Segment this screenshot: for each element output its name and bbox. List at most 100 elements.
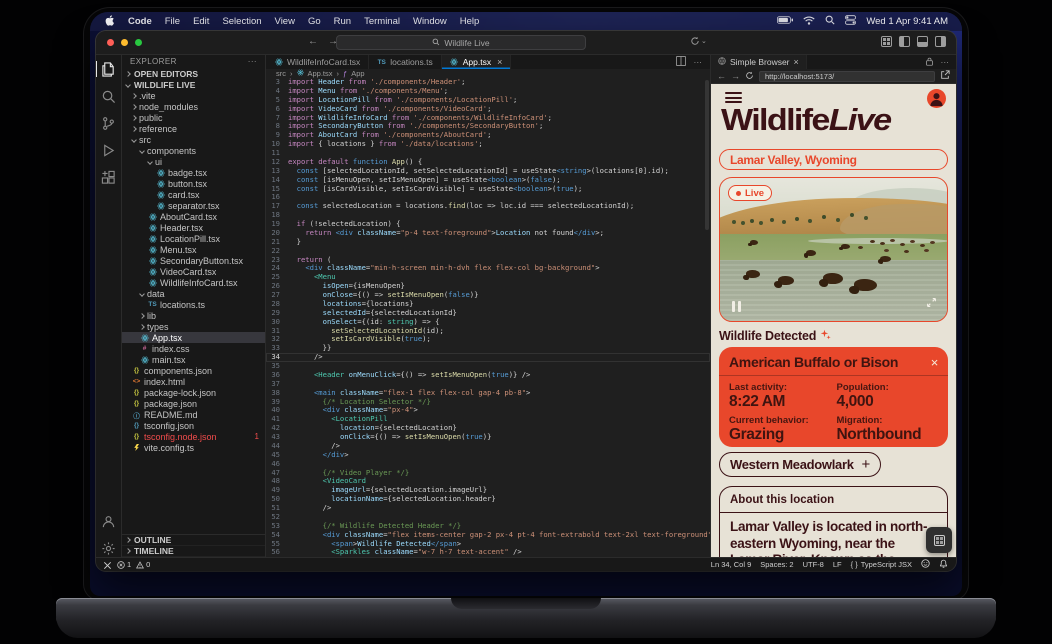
bell-icon[interactable] [939, 559, 948, 570]
add-species-button[interactable]: Western Meadowlark + [719, 452, 881, 477]
tree-item-app-tsx[interactable]: App.tsx [122, 332, 265, 343]
tree-item-node-modules[interactable]: node_modules [122, 101, 265, 112]
explorer-more-icon[interactable]: ··· [248, 57, 257, 66]
activity-item-settings-icon[interactable] [100, 539, 118, 557]
code-line[interactable]: 17 const selectedLocation = locations.fi… [266, 202, 710, 211]
code-editor[interactable]: 3import Header from './components/Header… [266, 78, 710, 557]
close-window-button[interactable] [107, 39, 114, 46]
browser-more-icon[interactable]: ··· [941, 57, 950, 67]
menubar-item-code[interactable]: Code [128, 16, 152, 27]
tree-item-main-tsx[interactable]: main.tsx [122, 354, 265, 365]
code-line[interactable]: 50 locationName={selectedLocation.header… [266, 495, 710, 504]
problems-indicator[interactable]: 1 0 [117, 560, 150, 569]
tree-item-badge-tsx[interactable]: badge.tsx [122, 167, 265, 178]
pause-button[interactable] [732, 301, 741, 312]
status-item[interactable]: Spaces: 2 [760, 560, 793, 569]
tree-item-index-css[interactable]: #index.css [122, 343, 265, 354]
apple-icon[interactable] [104, 14, 115, 30]
timeline-section[interactable]: TIMELINE [122, 546, 265, 557]
editor-scrollbar[interactable] [705, 80, 709, 230]
activity-item-extensions-icon[interactable] [100, 168, 118, 186]
tree-item-videocard-tsx[interactable]: VideoCard.tsx [122, 266, 265, 277]
split-editor-icon[interactable] [676, 56, 686, 68]
code-line[interactable]: 15 const [isCardVisible, setIsCardVisibl… [266, 185, 710, 194]
tree-item-tsconfig-node-json[interactable]: {}tsconfig.node.json1 [122, 431, 265, 442]
breadcrumb[interactable]: src › App.tsx › ƒ App [266, 69, 710, 78]
menubar-item-selection[interactable]: Selection [222, 16, 261, 27]
activity-item-account-icon[interactable] [100, 512, 118, 530]
reload-icon[interactable] [745, 71, 754, 82]
tree-item-wildlifeinfocard-tsx[interactable]: WildlifeInfoCard.tsx [122, 277, 265, 288]
code-line[interactable]: 51 /> [266, 504, 710, 513]
zoom-window-button[interactable] [135, 39, 142, 46]
code-line[interactable]: 33 }} [266, 344, 710, 353]
menubar-item-help[interactable]: Help [460, 16, 480, 27]
menubar-item-edit[interactable]: Edit [193, 16, 209, 27]
toggle-secondary-sidebar-icon[interactable] [935, 36, 946, 47]
activity-item-source-control-icon[interactable] [100, 114, 118, 132]
toggle-panel-icon[interactable] [917, 36, 928, 47]
detected-card-close-icon[interactable]: × [931, 355, 938, 370]
menubar-item-run[interactable]: Run [334, 16, 351, 27]
spotlight-search-icon[interactable] [825, 15, 835, 28]
menubar-item-terminal[interactable]: Terminal [364, 16, 400, 27]
code-line[interactable]: 22 [266, 247, 710, 256]
battery-icon[interactable] [777, 16, 793, 27]
lock-icon[interactable] [925, 57, 934, 68]
minimize-window-button[interactable] [121, 39, 128, 46]
tree-item-tsconfig-json[interactable]: {}tsconfig.json [122, 420, 265, 431]
browser-tab[interactable]: Simple Browser × [711, 55, 807, 69]
code-line[interactable]: 45 </div> [266, 451, 710, 460]
menubar-item-view[interactable]: View [275, 16, 295, 27]
tree-item-card-tsx[interactable]: card.tsx [122, 189, 265, 200]
tab-locations-ts[interactable]: TSlocations.ts [369, 55, 442, 69]
code-line[interactable]: 36 <Header onMenuClick={() => setIsMenuO… [266, 371, 710, 380]
wifi-icon[interactable] [803, 16, 815, 28]
tree-item-readme-md[interactable]: ⓘREADME.md [122, 409, 265, 420]
tree-item-reference[interactable]: reference [122, 123, 265, 134]
menubar-clock[interactable]: Wed 1 Apr 9:41 AM [866, 16, 948, 27]
menubar-item-file[interactable]: File [165, 16, 180, 27]
editor-more-icon[interactable]: ··· [694, 57, 703, 67]
tree-item-components[interactable]: components [122, 145, 265, 156]
tree-item-separator-tsx[interactable]: separator.tsx [122, 200, 265, 211]
url-input[interactable]: http://localhost:5173/ [759, 71, 935, 82]
tree-item-src[interactable]: src [122, 134, 265, 145]
tab-app-tsx[interactable]: App.tsx× [442, 55, 512, 69]
status-item[interactable]: UTF-8 [803, 560, 824, 569]
menubar-item-go[interactable]: Go [308, 16, 321, 27]
tree-item-index-html[interactable]: <>index.html [122, 376, 265, 387]
close-tab-icon[interactable]: × [794, 57, 799, 67]
tree-item-secondarybutton-tsx[interactable]: SecondaryButton.tsx [122, 255, 265, 266]
open-external-icon[interactable] [940, 70, 950, 82]
code-line[interactable]: 32 setIsCardVisible(true); [266, 335, 710, 344]
code-line[interactable]: 21 } [266, 238, 710, 247]
fullscreen-button[interactable] [926, 295, 937, 313]
code-line[interactable]: 20 return <div className="p-4 text-foreg… [266, 229, 710, 238]
control-center-icon[interactable] [845, 15, 856, 28]
project-root-row[interactable]: WILDLIFE LIVE [122, 79, 265, 90]
tree-item-aboutcard-tsx[interactable]: AboutCard.tsx [122, 211, 265, 222]
activity-item-search-icon[interactable] [100, 87, 118, 105]
close-tab-icon[interactable]: × [497, 57, 502, 67]
code-line[interactable]: 56 <Sparkles className="w-7 h-7 text-acc… [266, 548, 710, 557]
tree-item-locationpill-tsx[interactable]: LocationPill.tsx [122, 233, 265, 244]
feedback-icon[interactable] [921, 559, 930, 570]
tree-item-button-tsx[interactable]: button.tsx [122, 178, 265, 189]
history-icon[interactable]: ⌄ [690, 36, 707, 46]
activity-item-run-and-debug-icon[interactable] [100, 141, 118, 159]
tree-item-package-json[interactable]: {}package.json [122, 398, 265, 409]
tree-item-public[interactable]: public [122, 112, 265, 123]
command-center[interactable]: Wildlife Live [336, 35, 586, 50]
code-line[interactable]: 10import { locations } from './data/loca… [266, 140, 710, 149]
language-mode[interactable]: { } TypeScript JSX [851, 560, 912, 569]
outline-section[interactable]: OUTLINE [122, 535, 265, 546]
avatar[interactable] [927, 89, 946, 108]
tree-item-types[interactable]: types [122, 321, 265, 332]
toggle-primary-sidebar-icon[interactable] [899, 36, 910, 47]
status-item[interactable]: Ln 34, Col 9 [711, 560, 751, 569]
tree-item-data[interactable]: data [122, 288, 265, 299]
tree-item-lib[interactable]: lib [122, 310, 265, 321]
nav-back-icon[interactable]: ← [308, 36, 318, 47]
tree-item-ui[interactable]: ui [122, 156, 265, 167]
